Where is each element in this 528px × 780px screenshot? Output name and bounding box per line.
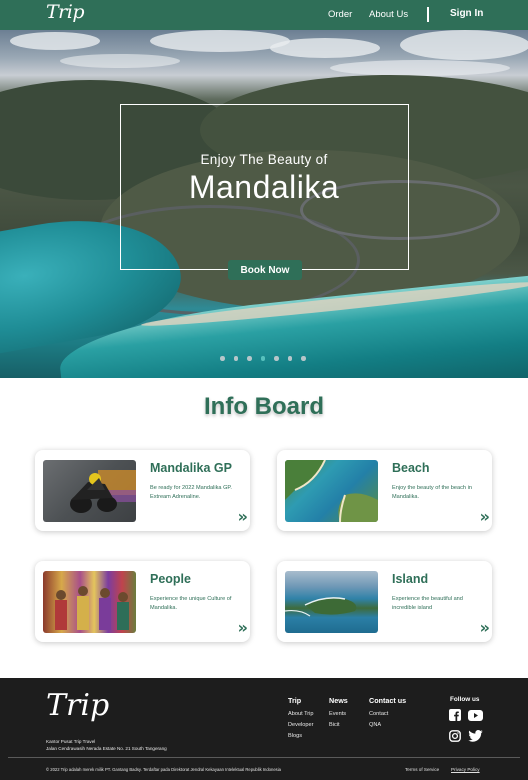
carousel-dot[interactable]	[301, 356, 306, 361]
double-chevron-right-icon[interactable]: »	[480, 620, 491, 636]
address-line: Kantor Pusat Trip Travel	[46, 739, 96, 744]
carousel-dot-active[interactable]	[260, 356, 265, 361]
card-title: Island	[392, 572, 429, 586]
scenery-cloud	[330, 60, 510, 76]
info-card-island[interactable]: Island Experience the beautiful and incr…	[277, 561, 492, 642]
footer-address: Kantor Pusat Trip Travel Jalan Cendrawas…	[46, 738, 167, 752]
footer-link-contact[interactable]: Contact	[369, 709, 406, 720]
footer-column-heading: Trip	[288, 696, 302, 705]
double-chevron-right-icon[interactable]: »	[480, 509, 491, 525]
footer-divider	[8, 757, 520, 758]
carousel-dot[interactable]	[287, 356, 292, 361]
instagram-icon[interactable]	[449, 730, 461, 742]
motorcycle-racer-image	[43, 460, 136, 522]
hero-carousel: Enjoy The Beauty of Mandalika Book Now	[0, 30, 528, 378]
site-logo[interactable]: Trip	[46, 1, 85, 23]
carousel-dot[interactable]	[274, 356, 279, 361]
terms-of-service-link[interactable]: Terms of Service	[405, 767, 439, 772]
footer-link-events[interactable]: Events	[329, 709, 348, 720]
carousel-dot[interactable]	[247, 356, 252, 361]
nav-link-order[interactable]: Order	[328, 9, 352, 20]
card-title: Mandalika GP	[150, 461, 232, 475]
scenery-cloud	[60, 54, 180, 68]
nav-divider	[427, 7, 429, 22]
privacy-policy-link[interactable]: Privacy Policy	[451, 767, 480, 772]
info-card-mandalika-gp[interactable]: Mandalika GP Be ready for 2022 Mandalika…	[35, 450, 250, 531]
site-footer: Trip Kantor Pusat Trip Travel Jalan Cend…	[0, 678, 528, 780]
footer-link-bicit[interactable]: Bicit	[329, 720, 348, 731]
card-description: Experience the unique Culture of Mandali…	[150, 596, 232, 611]
people-culture-image	[43, 571, 136, 633]
carousel-dot[interactable]	[233, 356, 238, 361]
beach-aerial-image	[285, 460, 378, 522]
footer-column-heading: Contact us	[369, 696, 407, 705]
scenery-cloud	[270, 38, 380, 58]
footer-column-contact: Contact us Contact QNA	[369, 696, 406, 731]
card-description: Be ready for 2022 Mandalika GP. Extream …	[150, 485, 232, 500]
facebook-icon[interactable]	[449, 709, 461, 721]
card-title: People	[150, 572, 191, 586]
footer-column-news: News Events Bicit	[329, 696, 348, 731]
top-navbar: Trip Order About Us Sign In	[0, 0, 528, 30]
footer-link-qna[interactable]: QNA	[369, 720, 406, 731]
info-card-beach[interactable]: Beach Enjoy the beauty of the beach in M…	[277, 450, 492, 531]
book-now-button[interactable]: Book Now	[228, 260, 302, 280]
nav-link-about-us[interactable]: About Us	[369, 9, 408, 20]
card-title: Beach	[392, 461, 430, 475]
footer-link-about-trip[interactable]: About Trip	[288, 709, 314, 720]
footer-link-developer[interactable]: Developer	[288, 720, 314, 731]
address-line: Jalan Cendrawasih Nerada Estate No. 21 S…	[46, 746, 167, 751]
double-chevron-right-icon[interactable]: »	[238, 620, 249, 636]
info-card-people[interactable]: People Experience the unique Culture of …	[35, 561, 250, 642]
carousel-indicators	[220, 356, 306, 361]
double-chevron-right-icon[interactable]: »	[238, 509, 249, 525]
sign-in-button[interactable]: Sign In	[450, 8, 483, 19]
copyright-text: © 2022 Trip adalah merek milik PT. Ganta…	[46, 767, 282, 772]
footer-column-heading: News	[329, 696, 348, 705]
hero-subtitle: Enjoy The Beauty of	[200, 152, 328, 167]
carousel-dot[interactable]	[220, 356, 225, 361]
footer-column-trip: Trip About Trip Developer Blogs	[288, 696, 314, 742]
scenery-cloud	[150, 30, 290, 52]
scenery-cloud	[10, 32, 100, 50]
island-aerial-image	[285, 571, 378, 633]
card-description: Enjoy the beauty of the beach in Mandali…	[392, 485, 472, 500]
scenery-cloud	[400, 30, 528, 60]
follow-us-heading: Follow us	[450, 696, 480, 703]
footer-logo[interactable]: Trip	[46, 688, 109, 723]
youtube-icon[interactable]	[468, 710, 483, 721]
info-board-heading: Info Board	[204, 393, 324, 420]
twitter-icon[interactable]	[468, 730, 483, 742]
card-description: Experience the beautiful and incredible …	[392, 596, 463, 611]
footer-link-blogs[interactable]: Blogs	[288, 731, 314, 742]
hero-title: Mandalika	[188, 169, 340, 205]
